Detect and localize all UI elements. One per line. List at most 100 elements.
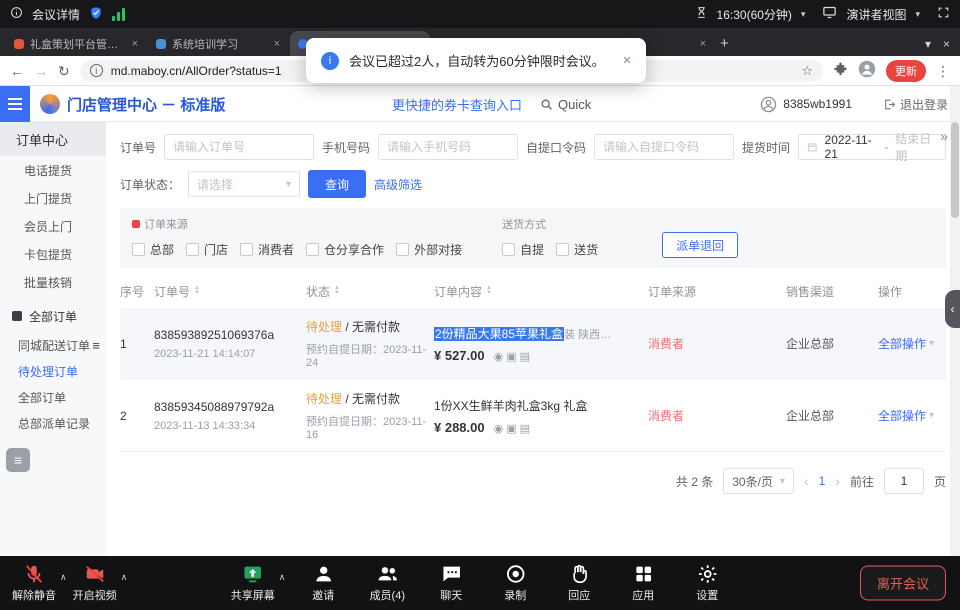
view-mode-button[interactable]: 演讲者视图: [846, 6, 906, 23]
dispatch-return-button[interactable]: 派单退回: [662, 232, 738, 258]
window-close-icon[interactable]: ×: [943, 37, 950, 51]
delivery-checkbox-deliver[interactable]: 送货: [556, 241, 598, 258]
extensions-puzzle-icon[interactable]: [833, 62, 848, 80]
sortable-column[interactable]: 状态▲▼: [306, 283, 434, 300]
browser-update-button[interactable]: 更新: [886, 60, 926, 82]
quick-search[interactable]: Quick: [540, 86, 591, 122]
sidebar-item-city-delivery[interactable]: 同城配送订单 ≡: [0, 332, 106, 358]
sidebar-item-phone-pickup[interactable]: 电话提货: [0, 156, 106, 184]
unmute-button[interactable]: 解除静音: [8, 563, 60, 603]
selected-text: 2份精品大果85苹果礼盒: [434, 327, 564, 341]
pickup-code-input[interactable]: [594, 134, 734, 160]
share-options-chevron[interactable]: ∧: [279, 572, 286, 583]
start-video-button[interactable]: 开启视频: [69, 563, 121, 603]
sort-icon[interactable]: ▲▼: [334, 286, 340, 296]
current-page[interactable]: 1: [819, 474, 826, 488]
source-checkbox-consumer[interactable]: 消费者: [240, 241, 294, 258]
browser-menu-icon[interactable]: ⋮: [936, 64, 950, 78]
order-content-icons[interactable]: ◉▣▤: [494, 351, 533, 363]
sort-icon[interactable]: ▲▼: [194, 286, 200, 296]
meeting-details-button[interactable]: 会议详情: [32, 6, 80, 23]
app-body: 订单中心 电话提货 上门提货 会员上门 卡包提货 批量核销 全部订单 同城配送订…: [0, 122, 960, 556]
settings-button[interactable]: 设置: [681, 563, 733, 603]
sidebar-item-hq-dispatch-log[interactable]: 总部派单记录: [0, 410, 106, 436]
tab-close-icon[interactable]: ×: [132, 38, 138, 50]
sortable-column[interactable]: 订单号▲▼: [154, 283, 306, 300]
source-checkbox-store[interactable]: 门店: [186, 241, 228, 258]
chat-button[interactable]: 聊天: [425, 563, 477, 603]
goto-page-input[interactable]: [884, 468, 924, 494]
sidebar-item-batch-verify[interactable]: 批量核销: [0, 268, 106, 296]
hamburger-menu-icon[interactable]: [0, 86, 30, 122]
delivery-checkbox-pickup[interactable]: 自提: [502, 241, 544, 258]
next-page-icon[interactable]: ›: [835, 473, 840, 489]
sidebar-group-all-orders[interactable]: 全部订单: [0, 300, 106, 332]
scrollbar-thumb[interactable]: [951, 122, 959, 218]
advanced-filter-link[interactable]: 高级筛选: [374, 176, 422, 193]
logout-button[interactable]: 退出登录: [883, 86, 948, 122]
sidebar-item-all-orders[interactable]: 全部订单: [0, 384, 106, 410]
fullscreen-icon[interactable]: [937, 6, 950, 22]
reaction-button[interactable]: 回应: [553, 563, 605, 603]
record-button[interactable]: 录制: [489, 563, 541, 603]
user-account[interactable]: 8385wb1991: [760, 86, 852, 122]
order-source: 消费者: [648, 335, 786, 352]
sidebar-item-member-visit[interactable]: 会员上门: [0, 212, 106, 240]
square-bullet-icon: [12, 311, 22, 321]
browser-tab[interactable]: 礼盒策划平台管理中心 ×: [6, 31, 146, 56]
collapse-chevrons-icon[interactable]: »: [940, 128, 948, 144]
meeting-duration[interactable]: 16:30(60分钟): [717, 6, 792, 23]
sortable-column[interactable]: 订单内容▲▼: [434, 283, 648, 300]
row-actions-dropdown[interactable]: 全部操作 ▾: [878, 407, 946, 424]
source-checkbox-hq[interactable]: 总部: [132, 241, 174, 258]
sidebar-item-pending-orders[interactable]: 待处理订单: [0, 358, 106, 384]
floating-menu-button[interactable]: ≡: [6, 448, 30, 472]
back-icon[interactable]: ←: [10, 64, 24, 78]
page-size-select[interactable]: 30条/页 ▾: [723, 468, 794, 494]
profile-avatar[interactable]: [858, 60, 876, 81]
edge-collapse-handle[interactable]: ‹: [945, 290, 960, 328]
sidebar-item-door-pickup[interactable]: 上门提货: [0, 184, 106, 212]
members-button[interactable]: 成员(4): [361, 563, 413, 603]
mic-options-chevron[interactable]: ∧: [60, 572, 67, 583]
source-checkbox-external[interactable]: 外部对接: [396, 241, 462, 258]
sort-icon[interactable]: ▲▼: [486, 286, 492, 296]
date-range-picker[interactable]: 2022-11-21 - 结束日期: [798, 134, 946, 160]
new-tab-icon[interactable]: +: [720, 35, 729, 52]
chevron-down-icon: ▾: [286, 179, 291, 190]
app-header: 门店管理中心 － 标准版 更快捷的券卡查询入口 Quick 8385wb1991…: [0, 86, 960, 122]
tab-close-icon[interactable]: ×: [274, 38, 280, 50]
prev-page-icon[interactable]: ‹: [804, 473, 809, 489]
apps-button[interactable]: 应用: [617, 563, 669, 603]
chevron-down-icon: ▾: [780, 476, 785, 487]
forward-icon[interactable]: →: [34, 64, 48, 78]
leave-meeting-button[interactable]: 离开会议: [860, 566, 946, 601]
meeting-toolbar: 解除静音 ∧ 开启视频 ∧: [0, 556, 960, 610]
list-icon[interactable]: ≡: [92, 338, 100, 353]
order-no-input[interactable]: [164, 134, 314, 160]
browser-tab[interactable]: 系统培训学习 ×: [148, 31, 288, 56]
coupon-query-link[interactable]: 更快捷的券卡查询入口: [392, 86, 522, 122]
reaction-hand-icon: [568, 563, 590, 585]
duration-dropdown-icon[interactable]: ▾: [801, 9, 806, 20]
sales-channel: 企业总部: [786, 335, 878, 352]
sidebar-item-card-pickup[interactable]: 卡包提货: [0, 240, 106, 268]
row-actions-dropdown[interactable]: 全部操作 ▾: [878, 335, 946, 352]
tab-list-icon[interactable]: ▾: [925, 37, 931, 51]
invite-button[interactable]: 邀请: [297, 563, 349, 603]
video-options-chevron[interactable]: ∧: [121, 572, 128, 583]
share-screen-button[interactable]: 共享屏幕: [227, 563, 279, 603]
security-shield-icon[interactable]: [89, 6, 103, 23]
tab-close-icon[interactable]: ×: [700, 38, 706, 50]
phone-input[interactable]: [378, 134, 518, 160]
bookmark-star-icon[interactable]: ☆: [801, 63, 813, 79]
order-content-icons[interactable]: ◉▣▤: [494, 423, 533, 435]
source-checkbox-warehouse[interactable]: 仓分享合作: [306, 241, 384, 258]
refresh-icon[interactable]: ↻: [58, 64, 70, 78]
order-status-select[interactable]: 请选择 ▾: [188, 171, 300, 197]
toast-close-icon[interactable]: ×: [623, 52, 632, 69]
view-dropdown-icon[interactable]: ▾: [915, 9, 920, 20]
site-info-icon[interactable]: i: [90, 64, 103, 77]
search-button[interactable]: 查询: [308, 170, 366, 198]
table-header: 序号 订单号▲▼ 状态▲▼ 订单内容▲▼ 订单来源 销售渠道 操作: [120, 274, 946, 308]
